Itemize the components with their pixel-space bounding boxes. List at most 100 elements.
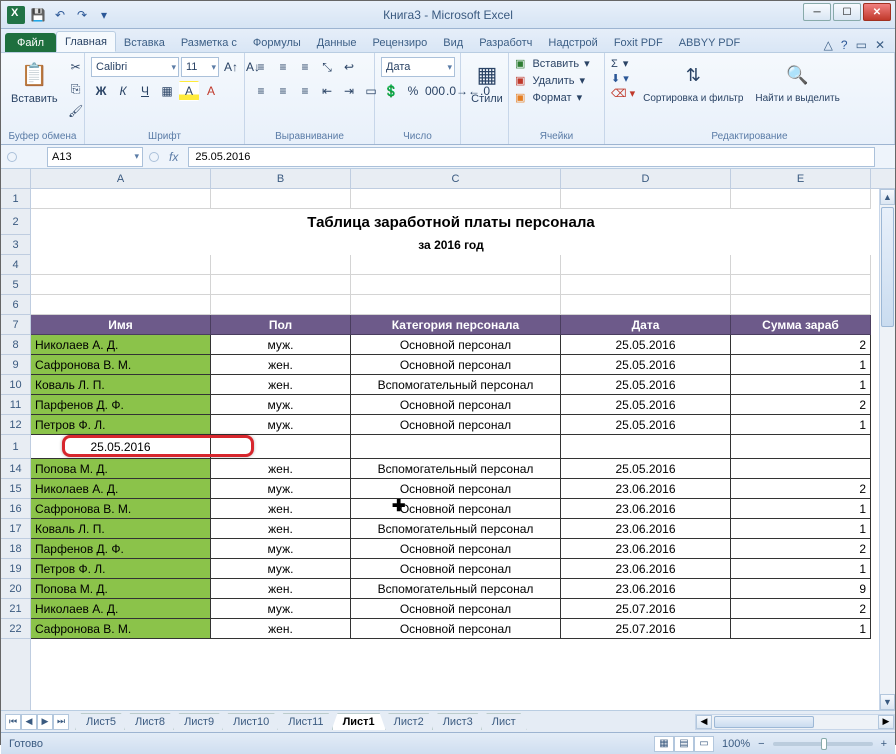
- cell[interactable]: [561, 435, 731, 459]
- indent-inc-icon[interactable]: ⇥: [339, 81, 359, 101]
- cell[interactable]: Основной персонал: [351, 335, 561, 355]
- cell[interactable]: 1: [731, 619, 871, 639]
- cell[interactable]: [351, 295, 561, 315]
- window-close-icon[interactable]: ✕: [875, 38, 885, 52]
- row-header[interactable]: 20: [1, 579, 30, 599]
- view-layout-icon[interactable]: ▤: [674, 736, 694, 752]
- align-middle-icon[interactable]: ≡: [273, 57, 293, 77]
- tab-home[interactable]: Главная: [56, 31, 116, 52]
- cell[interactable]: 25.05.2016: [31, 435, 211, 459]
- insert-cells-button[interactable]: ▣ Вставить ▾: [515, 57, 590, 70]
- border-icon[interactable]: ▦: [157, 81, 177, 101]
- cell[interactable]: [561, 275, 731, 295]
- cell[interactable]: Основной персонал: [351, 479, 561, 499]
- cell[interactable]: Петров Ф. Л.: [31, 559, 211, 579]
- cell[interactable]: 1: [731, 499, 871, 519]
- row-header[interactable]: 1: [1, 435, 30, 459]
- cell[interactable]: 1: [731, 375, 871, 395]
- cell[interactable]: жен.: [211, 375, 351, 395]
- cell[interactable]: 1: [731, 559, 871, 579]
- row-header[interactable]: 1: [1, 189, 30, 209]
- cell[interactable]: жен.: [211, 579, 351, 599]
- cell[interactable]: 25.05.2016: [561, 395, 731, 415]
- cell[interactable]: Дата: [561, 315, 731, 335]
- minimize-ribbon-icon[interactable]: △: [824, 38, 833, 52]
- cell[interactable]: Категория персонала: [351, 315, 561, 335]
- col-header-B[interactable]: B: [211, 169, 351, 188]
- sheet-tab[interactable]: Лист: [481, 713, 527, 730]
- cell[interactable]: [31, 189, 211, 209]
- cell[interactable]: 25.07.2016: [561, 599, 731, 619]
- cell[interactable]: [31, 255, 211, 275]
- cell[interactable]: [561, 255, 731, 275]
- cell[interactable]: 1: [731, 519, 871, 539]
- sheet-tab[interactable]: Лист1: [332, 713, 386, 730]
- cell[interactable]: жен.: [211, 519, 351, 539]
- percent-icon[interactable]: %: [403, 81, 423, 101]
- cell[interactable]: [351, 255, 561, 275]
- cell[interactable]: муж.: [211, 415, 351, 435]
- align-left-icon[interactable]: ≡: [251, 81, 271, 101]
- row-header[interactable]: 21: [1, 599, 30, 619]
- cell[interactable]: 2: [731, 395, 871, 415]
- cell[interactable]: [211, 275, 351, 295]
- find-select-button[interactable]: 🔍Найти и выделить: [751, 57, 843, 106]
- cell[interactable]: муж.: [211, 599, 351, 619]
- underline-button[interactable]: Ч: [135, 81, 155, 101]
- format-painter-icon[interactable]: 🖌: [66, 101, 86, 121]
- cell[interactable]: Основной персонал: [351, 499, 561, 519]
- hscroll-right-icon[interactable]: ▶: [878, 715, 894, 729]
- select-all-corner[interactable]: [7, 152, 17, 162]
- cell[interactable]: 2: [731, 539, 871, 559]
- tab-layout[interactable]: Разметка с: [173, 33, 245, 52]
- autosum-button[interactable]: Σ ▾: [611, 57, 635, 70]
- qat-dropdown-icon[interactable]: ▾: [95, 6, 113, 24]
- cell[interactable]: 23.06.2016: [561, 519, 731, 539]
- cell[interactable]: Основной персонал: [351, 619, 561, 639]
- indent-dec-icon[interactable]: ⇤: [317, 81, 337, 101]
- font-name-combo[interactable]: Calibri: [91, 57, 179, 77]
- cell[interactable]: жен.: [211, 355, 351, 375]
- cell[interactable]: [211, 435, 351, 459]
- cell[interactable]: Основной персонал: [351, 395, 561, 415]
- help-icon[interactable]: ?: [841, 38, 848, 52]
- cell[interactable]: Николаев А. Д.: [31, 335, 211, 355]
- zoom-in-button[interactable]: +: [881, 738, 887, 750]
- tab-nav-first-icon[interactable]: ⏮: [5, 714, 21, 730]
- name-box[interactable]: A13: [47, 147, 143, 167]
- save-icon[interactable]: 💾: [29, 6, 47, 24]
- cell[interactable]: 25.07.2016: [561, 619, 731, 639]
- cell[interactable]: [351, 435, 561, 459]
- tab-abbyy[interactable]: ABBYY PDF: [671, 33, 749, 52]
- scroll-down-icon[interactable]: ▼: [880, 694, 895, 710]
- cell[interactable]: муж.: [211, 335, 351, 355]
- row-header[interactable]: 19: [1, 559, 30, 579]
- cell[interactable]: Сафронова В. М.: [31, 619, 211, 639]
- cell[interactable]: Имя: [31, 315, 211, 335]
- align-right-icon[interactable]: ≡: [295, 81, 315, 101]
- cell[interactable]: Основной персонал: [351, 599, 561, 619]
- cell[interactable]: [351, 275, 561, 295]
- cell[interactable]: [561, 189, 731, 209]
- redo-icon[interactable]: ↷: [73, 6, 91, 24]
- scroll-up-icon[interactable]: ▲: [880, 189, 895, 205]
- file-tab[interactable]: Файл: [5, 33, 56, 52]
- col-header-A[interactable]: A: [31, 169, 211, 188]
- tab-nav-prev-icon[interactable]: ◀: [21, 714, 37, 730]
- cut-icon[interactable]: ✂: [66, 57, 86, 77]
- cell[interactable]: 25.05.2016: [561, 355, 731, 375]
- paste-button[interactable]: 📋 Вставить: [7, 57, 62, 107]
- cell[interactable]: [731, 275, 871, 295]
- row-header[interactable]: 12: [1, 415, 30, 435]
- cell[interactable]: [31, 295, 211, 315]
- wrap-text-icon[interactable]: ↩: [339, 57, 359, 77]
- cell[interactable]: Петров Ф. Л.: [31, 415, 211, 435]
- cell[interactable]: жен.: [211, 619, 351, 639]
- row-header[interactable]: 17: [1, 519, 30, 539]
- cell[interactable]: Сафронова В. М.: [31, 355, 211, 375]
- hscroll-left-icon[interactable]: ◀: [696, 715, 712, 729]
- cell[interactable]: [731, 255, 871, 275]
- undo-icon[interactable]: ↶: [51, 6, 69, 24]
- col-header-C[interactable]: C: [351, 169, 561, 188]
- sheet-tab[interactable]: Лист3: [432, 713, 484, 730]
